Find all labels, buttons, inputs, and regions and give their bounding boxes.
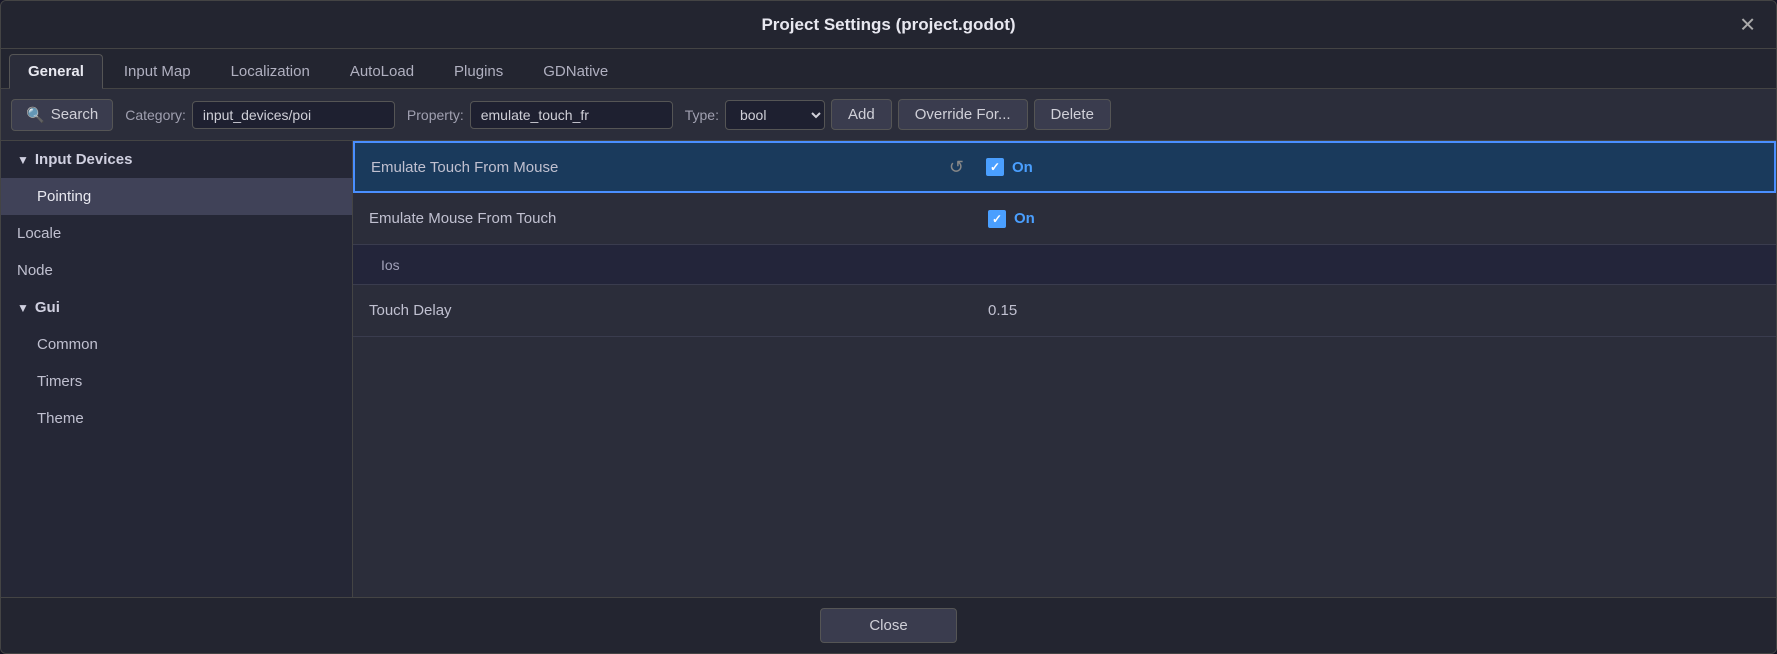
title-bar: Project Settings (project.godot) ✕ [1,1,1776,49]
toolbar: 🔍 Search Category: Property: Type: booli… [1,89,1776,141]
checkbox-icon[interactable]: ✓ [988,210,1006,228]
category-input[interactable] [192,101,395,129]
sidebar-item-common[interactable]: Common [1,326,352,363]
sidebar-item-label: Common [37,336,98,353]
tab-localization[interactable]: Localization [212,54,329,89]
tab-gdnative[interactable]: GDNative [524,54,627,89]
close-dialog-button[interactable]: Close [820,608,956,643]
sidebar-item-node[interactable]: Node [1,252,352,289]
main-content: ▼ Input Devices Pointing Locale Node ▼ Gui Comm… [1,141,1776,597]
settings-panel: Emulate Touch From Mouse↺✓OnEmulate Mous… [353,141,1776,597]
on-label: On [1014,210,1035,227]
settings-row-0[interactable]: Emulate Touch From Mouse↺ ✓ On [353,141,1776,193]
project-settings-dialog: Project Settings (project.godot) ✕ Gener… [0,0,1777,654]
add-button[interactable]: Add [831,99,892,130]
tab-plugins[interactable]: Plugins [435,54,522,89]
number-value: 0.15 [988,302,1017,319]
sidebar-item-label: Gui [35,299,60,316]
search-button[interactable]: 🔍 Search [11,99,113,131]
checkbox-icon[interactable]: ✓ [986,158,1004,176]
sidebar-item-pointing[interactable]: Pointing [1,178,352,215]
override-button[interactable]: Override For... [898,99,1028,130]
section-header-ios: Ios [353,245,1776,285]
sidebar-item-gui[interactable]: ▼ Gui [1,289,352,326]
chevron-down-icon: ▼ [17,301,29,315]
window-close-button[interactable]: ✕ [1733,10,1762,39]
settings-row-3[interactable]: Touch Delay 0.15 [353,285,1776,337]
setting-name: Emulate Touch From Mouse [371,159,943,176]
sidebar-item-label: Locale [17,225,61,242]
settings-row-1[interactable]: Emulate Mouse From Touch ✓ On [353,193,1776,245]
sidebar-item-label: Node [17,262,53,279]
section-header-label: Ios [381,257,400,273]
reset-button[interactable]: ↺ [943,155,970,180]
type-label: Type: [685,107,719,123]
tab-autoload[interactable]: AutoLoad [331,54,433,89]
delete-button[interactable]: Delete [1034,99,1111,130]
sidebar-item-label: Pointing [37,188,91,205]
footer: Close [1,597,1776,653]
sidebar-item-input-devices[interactable]: ▼ Input Devices [1,141,352,178]
property-input[interactable] [470,101,673,129]
sidebar-item-timers[interactable]: Timers [1,363,352,400]
property-label: Property: [407,107,464,123]
dialog-title: Project Settings (project.godot) [761,15,1015,35]
category-label: Category: [125,107,186,123]
tab-bar: GeneralInput MapLocalizationAutoLoadPlug… [1,49,1776,89]
on-label: On [1012,159,1033,176]
setting-name: Touch Delay [369,302,980,319]
sidebar-item-label: Timers [37,373,82,390]
tab-input-map[interactable]: Input Map [105,54,210,89]
sidebar-item-locale[interactable]: Locale [1,215,352,252]
chevron-down-icon: ▼ [17,153,29,167]
sidebar-item-label: Input Devices [35,151,133,168]
type-select[interactable]: boolintfloatStringColorVector2Vector3 [725,100,825,130]
tab-general[interactable]: General [9,54,103,89]
sidebar: ▼ Input Devices Pointing Locale Node ▼ Gui Comm… [1,141,353,597]
setting-value: 0.15 [980,302,1760,319]
setting-value[interactable]: ✓ On [978,158,1758,176]
sidebar-item-label: Theme [37,410,84,427]
setting-value[interactable]: ✓ On [980,210,1760,228]
sidebar-item-theme[interactable]: Theme [1,400,352,437]
search-label: Search [51,106,99,123]
setting-name: Emulate Mouse From Touch [369,210,980,227]
search-icon: 🔍 [26,106,45,124]
